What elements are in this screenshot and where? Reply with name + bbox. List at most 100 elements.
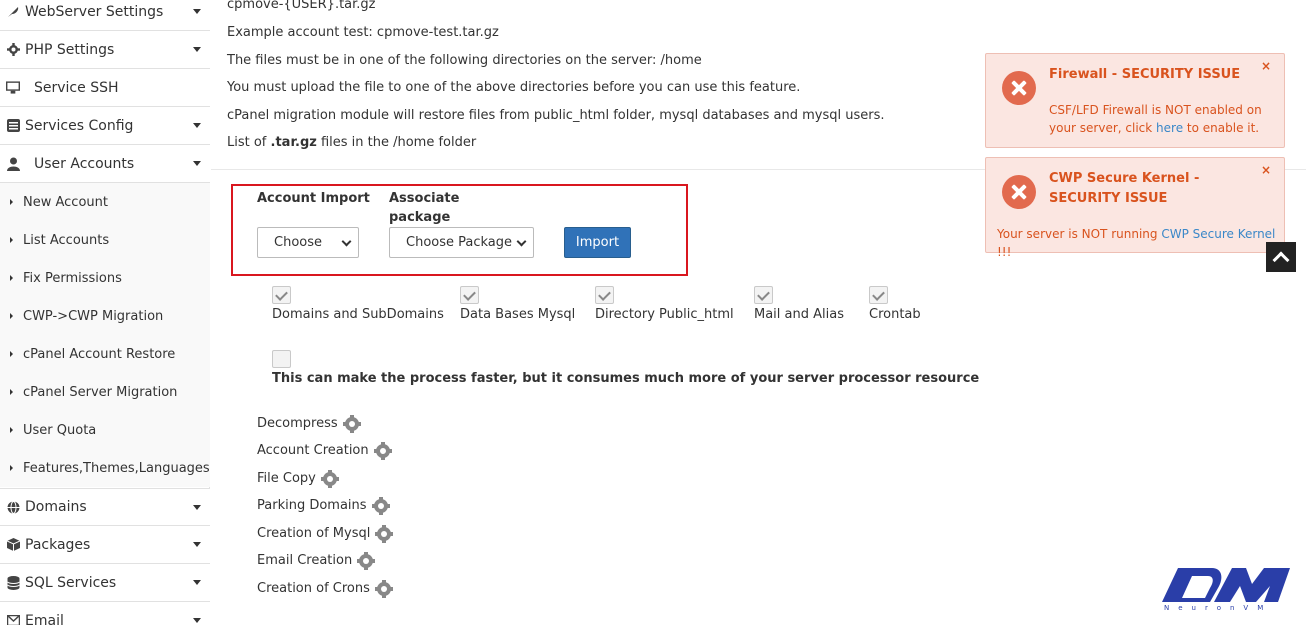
sidebar-item-label: Packages [25,536,91,553]
subitem-label: cPanel Server Migration [23,384,178,400]
subitem-label: Features,Themes,Languages [23,460,210,476]
envelope-icon [6,614,20,625]
subitem-label: List Accounts [23,232,110,248]
info-line: cPanel migration module will restore fil… [227,108,885,123]
sidebar-subitem-cpanel-account-restore[interactable]: cPanel Account Restore [0,335,210,373]
sidebar-subitem-fix-permissions[interactable]: Fix Permissions [0,259,210,297]
chevron-down-icon [193,47,201,52]
sidebar-item-label: Service SSH [34,79,119,96]
step-item: Creation of Crons [257,579,393,598]
close-icon[interactable]: × [1261,59,1271,73]
step-label: Account Creation [257,443,369,458]
chevron-down-icon [193,161,201,166]
sidebar-subitem-cwp-migration[interactable]: CWP->CWP Migration [0,297,210,335]
scroll-to-top-button[interactable] [1266,242,1296,272]
list-ext: .tar.gz [270,135,317,150]
alert-body-text: to enable it. [1183,121,1260,135]
error-icon [1002,71,1036,105]
step-label: Decompress [257,416,338,431]
gear-icon [373,441,392,460]
chevron-down-icon [193,505,201,510]
sidebar-item-packages[interactable]: Packages [0,526,210,564]
caret-right-icon [10,351,13,357]
sidebar-subitem-features-themes-languages[interactable]: Features,Themes,Languages [0,449,210,487]
gear-icon [357,551,376,570]
firewall-alert: Firewall - SECURITY ISSUE CSF/LFD Firewa… [985,53,1285,148]
error-icon [1002,175,1036,209]
subitem-label: Fix Permissions [23,270,122,286]
step-item: Parking Domains [257,496,390,515]
sidebar-item-label: Email [25,612,64,625]
alert-title: CWP Secure Kernel - SECURITY ISSUE [1049,171,1200,206]
alert-title: Firewall - SECURITY ISSUE [1049,67,1241,82]
public-html-checkbox[interactable] [595,286,614,304]
subitem-label: New Account [23,194,108,210]
info-line: cpmove-{USER}.tar.gz [227,0,376,12]
list-icon [6,119,20,133]
cube-icon [6,538,20,552]
sidebar-item-domains[interactable]: Domains [0,488,210,526]
domains-checkbox[interactable] [272,286,291,304]
sidebar-item-php-settings[interactable]: PHP Settings [0,31,210,69]
enable-firewall-link[interactable]: here [1156,121,1183,135]
sidebar-subitem-new-account[interactable]: New Account [0,183,210,221]
account-select[interactable]: Choose [257,227,359,258]
sidebar-item-email[interactable]: Email [0,602,210,625]
mail-alias-checkbox[interactable] [754,286,773,304]
caret-right-icon [10,275,13,281]
package-select[interactable]: Choose Package [389,227,534,258]
logo-text: NeuronVM [1164,604,1272,612]
alert-body: Your server is NOT running CWP Secure Ke… [997,225,1282,261]
sidebar-item-sql-services[interactable]: SQL Services [0,564,210,602]
subitem-label: CWP->CWP Migration [23,308,164,324]
chevron-down-icon [516,236,527,247]
databases-checkbox[interactable] [460,286,479,304]
kernel-alert: CWP Secure Kernel - SECURITY ISSUE Your … [985,157,1285,259]
list-heading: List of .tar.gz files in the /home folde… [227,135,476,150]
database-icon [6,575,20,590]
crontab-checkbox-label: Crontab [869,307,921,322]
mail-alias-checkbox-label: Mail and Alias [754,307,844,322]
account-import-label: Account Import [257,191,370,206]
alert-body-text: !!! [997,245,1012,259]
sidebar-item-services-config[interactable]: Services Config [0,107,210,145]
step-item: Email Creation [257,551,376,570]
gear-icon [375,524,394,543]
close-icon[interactable]: × [1261,163,1271,177]
crontab-checkbox[interactable] [869,286,888,304]
step-label: Creation of Mysql [257,526,371,541]
sidebar-subitem-cpanel-server-migration[interactable]: cPanel Server Migration [0,373,210,411]
subitem-label: cPanel Account Restore [23,346,176,362]
subitem-label: User Quota [23,422,97,438]
fast-process-label: This can make the process faster, but it… [272,371,980,386]
domains-checkbox-label: Domains and SubDomains [272,307,444,322]
neuronvm-logo: NeuronVM [1160,566,1292,612]
sidebar-item-webserver-settings[interactable]: WebServer Settings [0,0,210,31]
secure-kernel-link[interactable]: CWP Secure Kernel [1161,227,1275,241]
fast-process-checkbox[interactable] [272,350,291,368]
step-item: Decompress [257,414,361,433]
gear-icon [374,579,393,598]
sidebar-item-service-ssh[interactable]: Service SSH [0,69,210,107]
step-label: Email Creation [257,553,353,568]
databases-checkbox-label: Data Bases Mysql [460,307,576,322]
sidebar-subitem-user-quota[interactable]: User Quota [0,411,210,449]
sidebar-subitem-list-accounts[interactable]: List Accounts [0,221,210,259]
user-icon [6,157,20,171]
gear-icon [342,414,361,433]
sidebar-item-user-accounts[interactable]: User Accounts [0,145,210,183]
feather-icon [6,5,20,19]
globe-icon [6,500,20,514]
alert-body: CSF/LFD Firewall is NOT enabled on your … [1049,101,1279,137]
monitor-icon [6,81,20,95]
import-button[interactable]: Import [564,227,631,258]
caret-right-icon [10,465,13,471]
caret-right-icon [10,427,13,433]
chevron-down-icon [193,580,201,585]
step-label: File Copy [257,471,316,486]
sidebar: WebServer Settings PHP Settings Service … [0,0,210,625]
sidebar-item-label: PHP Settings [25,41,115,58]
gear-icon [320,469,339,488]
chevron-down-icon [193,123,201,128]
chevron-down-icon [341,236,352,247]
